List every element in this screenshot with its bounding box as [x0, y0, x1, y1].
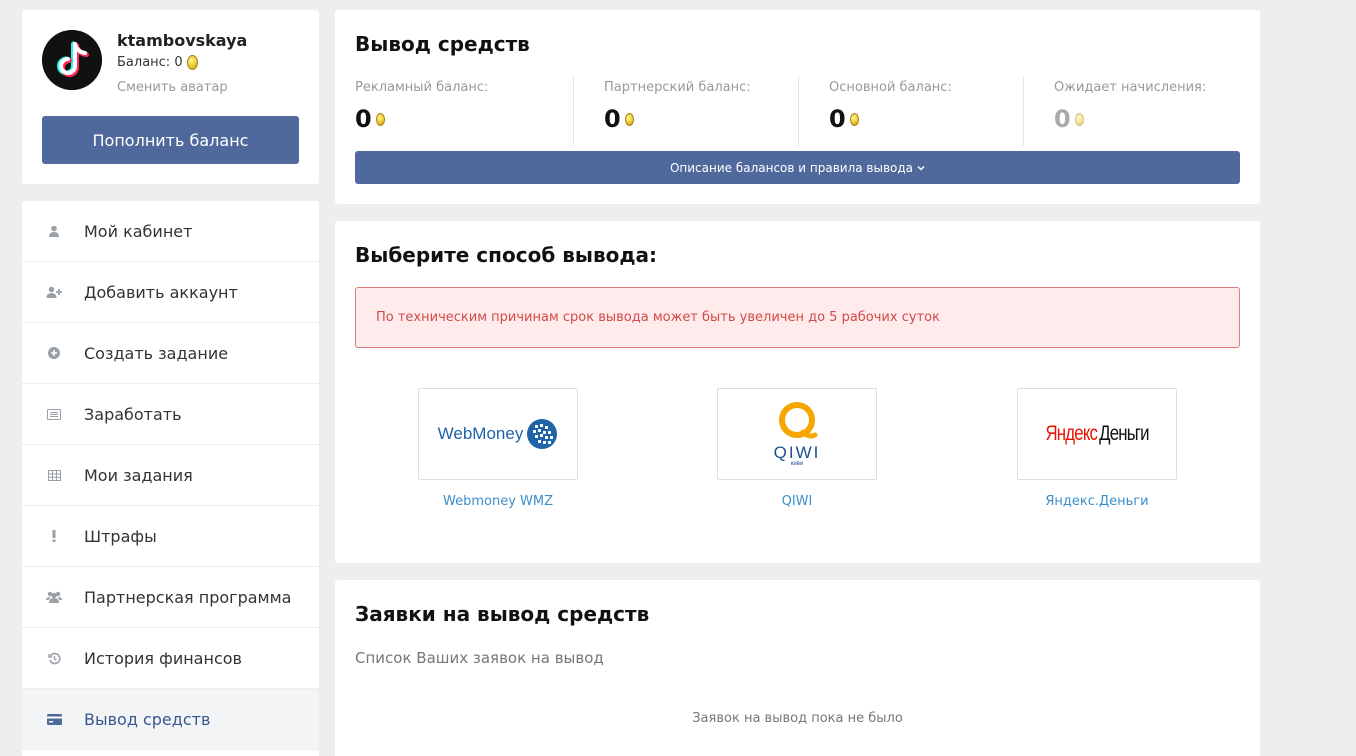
plus-circle-icon — [46, 345, 62, 361]
sidebar-menu: Мой кабинет Добавить аккаунт Создать зад… — [22, 201, 319, 756]
balance-main: Основной баланс: 0 — [798, 76, 1023, 146]
balance-label: Основной баланс: — [829, 80, 952, 95]
list-icon — [46, 406, 62, 422]
sidebar-item-label: Добавить аккаунт — [84, 282, 238, 302]
sidebar-item-label: Мои задания — [84, 465, 193, 485]
exclamation-icon — [46, 528, 62, 544]
coin-icon — [375, 112, 385, 126]
sidebar-item-add-account[interactable]: Добавить аккаунт — [22, 262, 319, 323]
user-icon — [46, 223, 62, 239]
profile-card: ktambovskaya Баланс: 0 Сменить аватар По… — [22, 10, 319, 184]
sidebar-item-fines[interactable]: Штрафы — [22, 506, 319, 567]
change-avatar-link[interactable]: Сменить аватар — [117, 80, 228, 95]
sidebar-item-finance-history[interactable]: История финансов — [22, 628, 319, 689]
history-icon — [46, 650, 62, 666]
sidebar-item-label: Штрафы — [84, 526, 157, 546]
qiwi-logo[interactable]: QIWI киви — [717, 388, 877, 480]
coin-icon — [624, 112, 634, 126]
balance-ad: Рекламный баланс: 0 — [355, 76, 573, 146]
balance-value: 0 — [1054, 105, 1240, 133]
tiktok-logo-icon — [42, 30, 102, 90]
method-label[interactable]: Webmoney WMZ — [418, 494, 578, 509]
credit-card-icon — [46, 711, 62, 727]
user-plus-icon — [46, 284, 62, 300]
withdraw-card: Вывод средств Рекламный баланс: 0 Партне… — [335, 10, 1260, 204]
topup-balance-button[interactable]: Пополнить баланс — [42, 116, 299, 164]
sidebar-item-label: Вывод средств — [84, 709, 211, 729]
sidebar-item-cabinet[interactable]: Мой кабинет — [22, 201, 319, 262]
qiwi-logo-icon — [779, 401, 818, 438]
balance-rules-label: Описание балансов и правила вывода — [669, 160, 914, 175]
sidebar-item-label: Создать задание — [84, 343, 229, 363]
qiwi-logo-sub: киви — [790, 460, 804, 467]
balance-label: Ожидает начисления: — [1054, 80, 1207, 95]
balance-line: Баланс: 0 — [117, 55, 198, 70]
method-yandex[interactable]: Яндекс Деньги Яндекс.Деньги — [1017, 388, 1177, 509]
method-label[interactable]: Яндекс.Деньги — [1017, 494, 1177, 509]
withdraw-methods-card: Выберите способ вывода: По техническим п… — [335, 221, 1260, 563]
sidebar-item-earn[interactable]: Заработать — [22, 384, 319, 445]
sidebar-item-label: Заработать — [84, 404, 182, 424]
sidebar-item-label: История финансов — [84, 648, 242, 668]
coin-icon — [1074, 112, 1084, 126]
yandex-logo-text-b: Деньги — [1099, 422, 1150, 445]
balance-amount: 0 — [829, 105, 846, 133]
section-title: Заявки на вывод средств — [355, 602, 650, 626]
username: ktambovskaya — [117, 31, 248, 50]
sidebar-item-label: Партнерская программа — [84, 587, 292, 607]
empty-state: Заявок на вывод пока не было — [692, 711, 903, 726]
page-title: Вывод средств — [355, 32, 530, 56]
section-subtitle: Список Ваших заявок на вывод — [355, 649, 604, 667]
coin-icon — [186, 55, 198, 70]
balance-label: Рекламный баланс: — [355, 80, 489, 95]
yandex-money-logo[interactable]: Яндекс Деньги — [1017, 388, 1177, 480]
balance-amount: 0 — [604, 105, 621, 133]
qiwi-logo-text: QIWI — [773, 442, 821, 462]
coin-icon — [849, 112, 859, 126]
balance-rules-button[interactable]: Описание балансов и правила вывода — [355, 151, 1240, 184]
balances-row: Рекламный баланс: 0 Партнерский баланс: … — [355, 76, 1240, 146]
webmoney-logo[interactable]: WebMoney — [418, 388, 578, 480]
sidebar-item-my-tasks[interactable]: Мои задания — [22, 445, 319, 506]
balance-value: 0 — [829, 105, 1023, 133]
table-icon — [46, 467, 62, 483]
balance-label: Партнерский баланс: — [604, 80, 751, 95]
webmoney-globe-icon — [527, 419, 558, 449]
avatar[interactable] — [42, 30, 102, 90]
withdraw-requests-card: Заявки на вывод средств Список Ваших зая… — [335, 580, 1260, 756]
method-qiwi[interactable]: QIWI киви QIWI — [717, 388, 877, 509]
balance-value: 0 — [355, 105, 573, 133]
method-webmoney[interactable]: WebMoney Webmoney WMZ — [418, 388, 578, 509]
balance-partner: Партнерский баланс: 0 — [573, 76, 798, 146]
balance-amount: 0 — [355, 105, 372, 133]
sidebar-item-create-task[interactable]: Создать задание — [22, 323, 319, 384]
section-title: Выберите способ вывода: — [355, 243, 658, 267]
balance-text: Баланс: 0 — [117, 55, 183, 70]
chevron-down-icon — [917, 165, 925, 171]
sidebar-item-label: Мой кабинет — [84, 221, 193, 241]
sidebar-item-withdraw[interactable]: Вывод средств — [22, 689, 319, 750]
balance-pending: Ожидает начисления: 0 — [1023, 76, 1240, 146]
users-icon — [46, 589, 62, 605]
method-label[interactable]: QIWI — [717, 494, 877, 509]
yandex-logo-text-a: Яндекс — [1045, 422, 1097, 445]
balance-value: 0 — [604, 105, 798, 133]
balance-amount: 0 — [1054, 105, 1071, 133]
webmoney-logo-text: WebMoney — [437, 424, 524, 443]
warning-alert: По техническим причинам срок вывода може… — [355, 287, 1240, 348]
sidebar-item-partner[interactable]: Партнерская программа — [22, 567, 319, 628]
